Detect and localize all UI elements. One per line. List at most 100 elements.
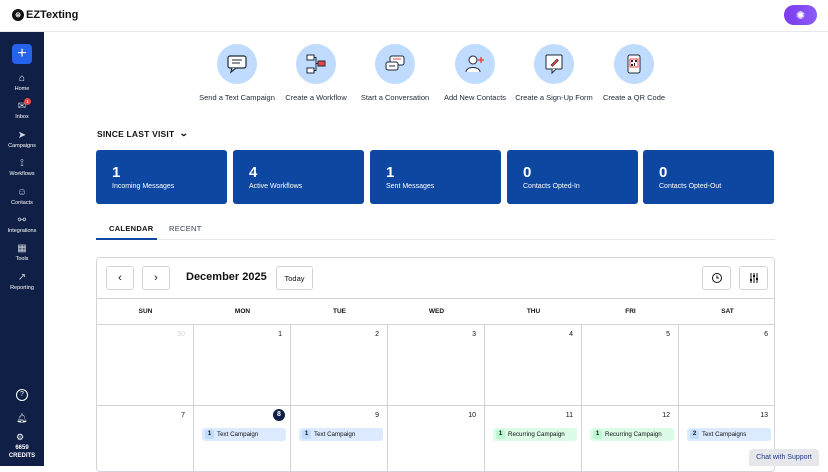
- next-month-button[interactable]: ›: [142, 266, 170, 290]
- sidebar-item-label: Tools: [15, 256, 29, 262]
- event-count: 2: [690, 430, 699, 439]
- calendar-day[interactable]: 10: [388, 406, 485, 471]
- tab-calendar[interactable]: CALENDAR: [109, 224, 153, 233]
- calendar-day[interactable]: 11 1 Recurring Campaign: [485, 406, 582, 471]
- tools-icon: ▦: [17, 243, 27, 254]
- inbox-icon: ✉: [17, 101, 27, 112]
- calendar-day-today[interactable]: 8 1 Text Campaign: [194, 406, 291, 471]
- quick-action-create-signup-form[interactable]: Create a Sign-Up Form: [509, 44, 599, 102]
- add-contact-icon: [455, 44, 495, 84]
- quick-action-create-qr-code[interactable]: Create a QR Code: [589, 44, 679, 102]
- campaigns-icon: ➤: [17, 130, 27, 141]
- top-bar: ⊜ EZTexting ✺: [0, 0, 828, 32]
- sidebar-item-tools[interactable]: ▦ Tools: [0, 243, 44, 262]
- schedule-view-button[interactable]: [702, 266, 731, 290]
- chat-with-support-button[interactable]: Chat with Support: [749, 449, 819, 466]
- day-header-fri: FRI: [582, 299, 679, 325]
- calendar-month-title: December 2025: [186, 271, 267, 283]
- stat-card-active-workflows[interactable]: 4 Active Workflows: [233, 150, 364, 204]
- stat-label: Contacts Opted-Out: [659, 183, 722, 190]
- stat-label: Incoming Messages: [112, 183, 175, 190]
- help-button[interactable]: ?: [16, 389, 28, 401]
- calendar-day[interactable]: 7: [97, 406, 194, 471]
- contacts-icon: ☺: [16, 187, 28, 198]
- sidebar: + ⌂ Home ✉ 1 Inbox ➤ Campaigns ⟟ Workflo…: [0, 32, 44, 466]
- calendar-day[interactable]: 1: [194, 325, 291, 406]
- stat-card-contacts-opted-out[interactable]: 0 Contacts Opted-Out: [643, 150, 774, 204]
- today-button[interactable]: Today: [276, 266, 313, 290]
- create-new-button[interactable]: +: [12, 44, 32, 64]
- bell-icon[interactable]: 🔔︎: [16, 413, 27, 424]
- event-label: Recurring Campaign: [508, 431, 565, 438]
- sidebar-item-integrations[interactable]: ⚯ Integrations: [0, 215, 44, 234]
- calendar-day[interactable]: 12 1 Recurring Campaign: [582, 406, 679, 471]
- sidebar-item-contacts[interactable]: ☺ Contacts: [0, 187, 44, 206]
- day-number: 13: [760, 412, 768, 419]
- sliders-icon: [749, 273, 758, 283]
- stat-label: Active Workflows: [249, 183, 303, 190]
- day-number: 10: [468, 412, 476, 419]
- filter-settings-button[interactable]: [739, 266, 768, 290]
- event-count: 1: [302, 430, 311, 439]
- day-number: 3: [472, 331, 476, 338]
- quick-action-send-text-campaign[interactable]: Send a Text Campaign: [192, 44, 282, 102]
- event-label: Recurring Campaign: [605, 431, 662, 438]
- calendar-event[interactable]: 1 Text Campaign: [299, 428, 383, 441]
- since-last-visit-dropdown[interactable]: SINCE LAST VISIT ⌄: [97, 128, 190, 139]
- stat-value: 0: [659, 164, 668, 181]
- stat-label: Contacts Opted-In: [523, 183, 580, 190]
- event-label: Text Campaign: [217, 431, 259, 438]
- calendar-event[interactable]: 1 Text Campaign: [202, 428, 286, 441]
- sidebar-item-workflows[interactable]: ⟟ Workflows: [0, 158, 44, 177]
- sidebar-item-inbox[interactable]: ✉ 1 Inbox: [0, 98, 44, 120]
- calendar: ‹ › December 2025 Today SUN MON TUE WED …: [96, 257, 775, 472]
- quick-action-start-conversation[interactable]: Start a Conversation: [350, 44, 440, 102]
- day-header-mon: MON: [194, 299, 291, 325]
- sidebar-item-home[interactable]: ⌂ Home: [0, 73, 44, 92]
- calendar-event[interactable]: 1 Recurring Campaign: [493, 428, 577, 441]
- event-label: Text Campaigns: [702, 431, 747, 438]
- quick-action-label: Start a Conversation: [360, 93, 430, 102]
- day-header-sun: SUN: [97, 299, 194, 325]
- sidebar-item-label: Contacts: [11, 200, 33, 206]
- calendar-event[interactable]: 1 Recurring Campaign: [590, 428, 674, 441]
- previous-month-button[interactable]: ‹: [106, 266, 134, 290]
- chevron-down-icon: ⌄: [179, 128, 190, 138]
- day-number: 6: [764, 331, 768, 338]
- ideas-button[interactable]: ✺: [784, 5, 817, 25]
- sidebar-item-label: Inbox: [15, 114, 29, 120]
- calendar-day[interactable]: 3: [388, 325, 485, 406]
- stat-value: 1: [386, 164, 395, 181]
- gear-icon[interactable]: ⚙: [16, 432, 24, 443]
- calendar-day[interactable]: 30: [97, 325, 194, 406]
- quick-action-label: Add New Contacts: [443, 93, 507, 102]
- credits-display[interactable]: 6659 CREDITS: [0, 444, 44, 460]
- stat-card-contacts-opted-in[interactable]: 0 Contacts Opted-In: [507, 150, 638, 204]
- stat-value: 0: [523, 164, 532, 181]
- stat-card-sent-messages[interactable]: 1 Sent Messages: [370, 150, 501, 204]
- quick-action-create-workflow[interactable]: Create a Workflow: [271, 44, 361, 102]
- home-icon: ⌂: [18, 73, 26, 84]
- signup-form-icon: [534, 44, 574, 84]
- sidebar-item-campaigns[interactable]: ➤ Campaigns: [0, 130, 44, 149]
- workflows-icon: ⟟: [20, 158, 24, 169]
- sidebar-item-label: Integrations: [7, 228, 37, 234]
- event-count: 1: [496, 430, 505, 439]
- calendar-event[interactable]: 2 Text Campaigns: [687, 428, 771, 441]
- credits-label: CREDITS: [8, 453, 36, 459]
- ez-texting-logo[interactable]: ⊜ EZTexting: [12, 9, 78, 21]
- stat-card-incoming-messages[interactable]: 1 Incoming Messages: [96, 150, 227, 204]
- quick-action-add-new-contacts[interactable]: Add New Contacts: [430, 44, 520, 102]
- workflow-icon: [296, 44, 336, 84]
- calendar-day[interactable]: 9 1 Text Campaign: [291, 406, 388, 471]
- calendar-day[interactable]: 5: [582, 325, 679, 406]
- calendar-day[interactable]: 4: [485, 325, 582, 406]
- day-header-tue: TUE: [291, 299, 388, 325]
- calendar-day[interactable]: 6: [679, 325, 774, 406]
- sidebar-item-reporting[interactable]: ↗ Reporting: [0, 272, 44, 291]
- sidebar-item-label: Campaigns: [8, 143, 36, 149]
- reporting-icon: ↗: [17, 272, 27, 283]
- tab-recent[interactable]: RECENT: [169, 224, 202, 233]
- sidebar-item-label: Workflows: [9, 171, 35, 177]
- calendar-day[interactable]: 2: [291, 325, 388, 406]
